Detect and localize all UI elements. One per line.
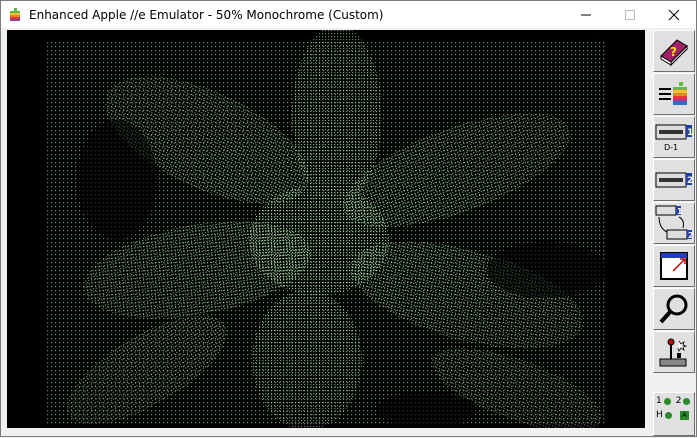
apple-logo-icon	[10, 7, 20, 21]
drive-status-leds: 1 2 H A	[653, 392, 695, 436]
svg-text:1: 1	[677, 207, 683, 216]
swap-disks-icon: 1 2	[655, 205, 693, 240]
drive-2-button[interactable]: 2	[653, 159, 695, 201]
help-book-icon: ?	[660, 39, 688, 67]
run-apple-icon	[659, 82, 687, 105]
fullscreen-icon	[660, 252, 688, 280]
led-1-label: 1	[656, 396, 662, 406]
led-h-label: H	[656, 410, 663, 420]
close-icon	[668, 9, 680, 20]
emulator-screen[interactable]	[7, 30, 645, 428]
help-button[interactable]: ?	[653, 30, 695, 72]
debugger-button[interactable]	[653, 288, 695, 330]
svg-text:1: 1	[687, 128, 693, 138]
joystick-settings-icon	[659, 338, 688, 367]
disk-drive-2-icon: 2	[655, 172, 693, 188]
settings-button[interactable]	[653, 331, 695, 373]
drive-2-led	[683, 397, 691, 405]
drive-1-button[interactable]: 1 D-1	[653, 116, 695, 158]
led-2-label: 2	[675, 396, 682, 406]
debugger-magnifier-icon	[659, 294, 688, 324]
swap-disks-button[interactable]: 1 2	[653, 202, 695, 244]
led-row-status: H A	[656, 410, 689, 420]
toolbar: ? 1 D-1 2 1 2 1 2 H A	[651, 28, 697, 438]
window-controls	[564, 1, 696, 28]
svg-text:?: ?	[670, 45, 677, 59]
minimize-button[interactable]	[564, 1, 608, 28]
title-bar[interactable]: Enhanced Apple //e Emulator - 50% Monoch…	[1, 1, 696, 28]
emulator-window: Enhanced Apple //e Emulator - 50% Monoch…	[0, 0, 697, 437]
drive-1-led	[663, 397, 671, 405]
minimize-icon	[581, 14, 591, 15]
disk-drive-1-icon: 1 D-1	[655, 124, 693, 152]
maximize-icon	[625, 9, 635, 20]
svg-text:D-1: D-1	[664, 143, 678, 152]
harddisk-led	[664, 411, 672, 419]
led-row-drives: 1 2	[656, 396, 691, 406]
svg-text:2: 2	[687, 176, 693, 186]
window-title: Enhanced Apple //e Emulator - 50% Monoch…	[29, 7, 384, 22]
maximize-button[interactable]	[608, 1, 652, 28]
run-button[interactable]	[653, 73, 695, 115]
fullscreen-button[interactable]	[653, 245, 695, 287]
caps-lock-indicator: A	[679, 410, 689, 420]
close-button[interactable]	[652, 1, 696, 28]
monochrome-flower-image	[47, 30, 607, 428]
svg-text:2: 2	[688, 231, 693, 240]
